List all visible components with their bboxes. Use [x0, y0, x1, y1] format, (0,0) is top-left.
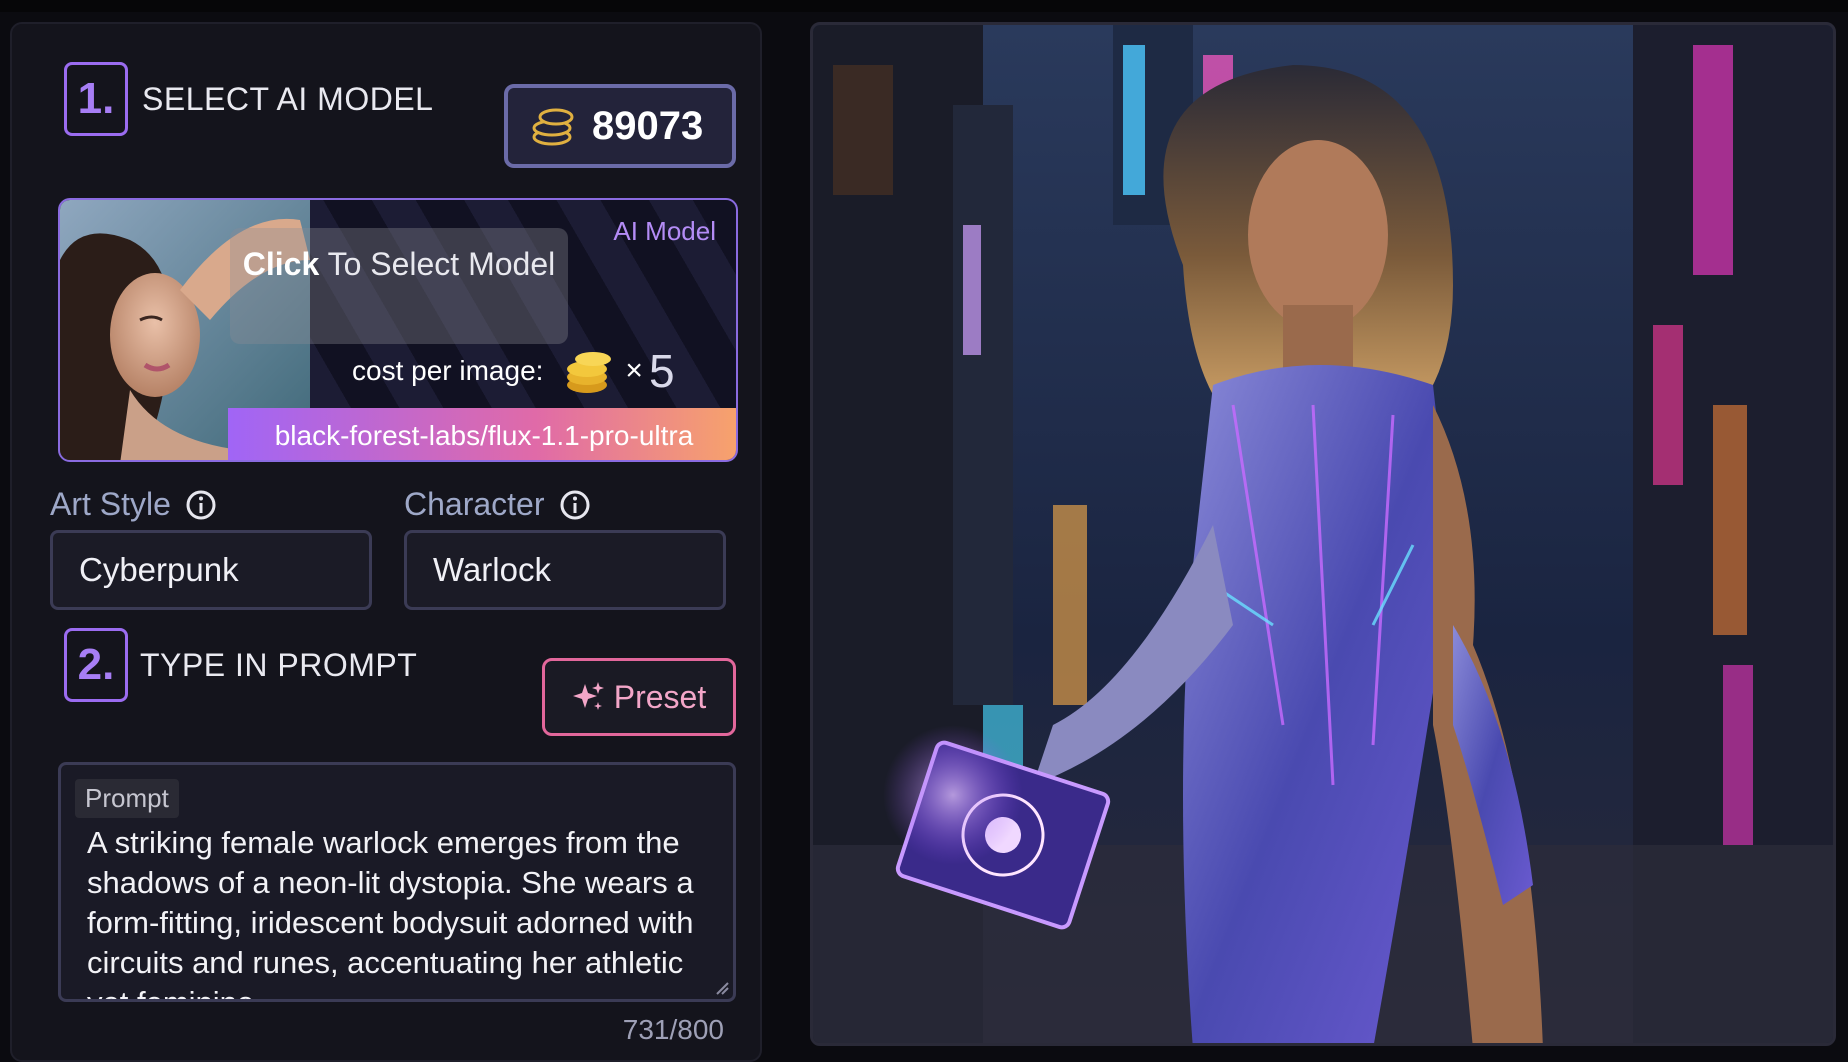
prompt-tag: Prompt	[75, 779, 179, 818]
ai-model-label: AI Model	[613, 216, 716, 246]
generated-image[interactable]	[810, 22, 1836, 1046]
character-select[interactable]: Warlock	[404, 530, 726, 610]
art-style-label: Art Style	[50, 486, 217, 523]
model-selector-card[interactable]: Click To Select Model AI Model cost per …	[58, 198, 738, 462]
character-counter: 731/800	[622, 1014, 724, 1045]
top-bar	[0, 0, 1848, 12]
character-label: Character	[404, 486, 591, 523]
cost-per-image: cost per image: × 5	[352, 344, 675, 398]
cost-multiplier: ×	[625, 354, 643, 387]
click-rest-text: To Select Model	[319, 246, 556, 282]
step-2-header: 2. TYPE IN PROMPT	[64, 628, 417, 702]
cost-label: cost per image:	[352, 355, 544, 386]
info-icon[interactable]	[185, 489, 217, 521]
coins-icon	[532, 108, 574, 146]
sparkles-icon	[572, 682, 604, 710]
art-style-label-text: Art Style	[50, 486, 171, 522]
credits-balance[interactable]: 89073	[504, 84, 736, 168]
resize-grip-icon[interactable]	[715, 981, 729, 995]
step-2-title: TYPE IN PROMPT	[140, 646, 418, 683]
step-1-header: 1. SELECT AI MODEL	[64, 62, 433, 136]
prompt-textarea[interactable]: Prompt A striking female warlock emerges…	[58, 762, 736, 1002]
credits-count: 89073	[592, 103, 704, 148]
model-name-banner: black-forest-labs/flux-1.1-pro-ultra	[228, 408, 736, 460]
step-1-title: SELECT AI MODEL	[142, 80, 434, 117]
preset-button[interactable]: Preset	[542, 658, 736, 736]
generator-panel: 1. SELECT AI MODEL 89073 Click To Select…	[10, 22, 762, 1062]
cost-value: 5	[648, 345, 675, 397]
prompt-text[interactable]: A striking female warlock emerges from t…	[87, 823, 717, 999]
preset-label: Preset	[613, 678, 707, 715]
click-to-select-model[interactable]: Click To Select Model	[230, 228, 568, 344]
generated-image-canvas	[813, 25, 1833, 1043]
click-bold-text: Click	[242, 246, 320, 282]
step-2-number: 2.	[64, 628, 128, 702]
art-style-select[interactable]: Cyberpunk	[50, 530, 372, 610]
info-icon[interactable]	[559, 489, 591, 521]
coins-icon	[567, 352, 612, 393]
step-1-number: 1.	[64, 62, 128, 136]
character-label-text: Character	[404, 486, 545, 522]
